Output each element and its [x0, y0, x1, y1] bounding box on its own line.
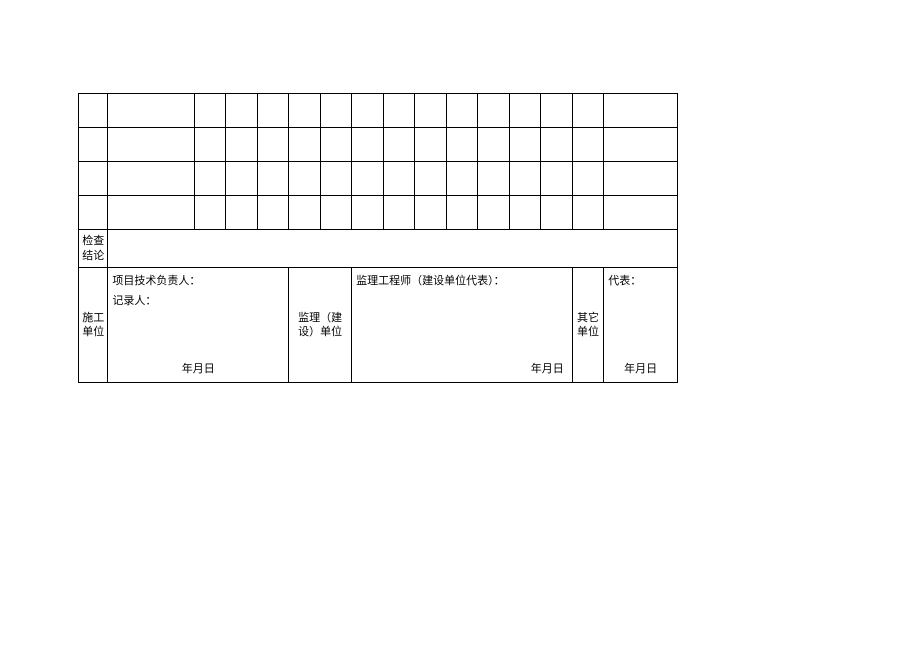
cell — [415, 162, 447, 196]
cell — [509, 128, 541, 162]
cell — [572, 94, 604, 128]
cell — [320, 196, 352, 230]
cell — [478, 162, 510, 196]
data-row-4 — [79, 196, 678, 230]
recorder-label: 记录人： — [112, 294, 284, 308]
cell — [415, 128, 447, 162]
cell — [478, 128, 510, 162]
cell — [446, 94, 478, 128]
cell — [108, 196, 194, 230]
form-table-container: 检查结论 施工单位 项目技术负责人： 记录人： 年月日 监理（建设）单位 监理工… — [78, 93, 678, 383]
cell — [289, 94, 321, 128]
cell — [478, 196, 510, 230]
cell — [446, 162, 478, 196]
cell — [604, 128, 678, 162]
cell — [320, 94, 352, 128]
signature-row: 施工单位 项目技术负责人： 记录人： 年月日 监理（建设）单位 监理工程师（建设… — [79, 268, 678, 383]
cell — [226, 196, 258, 230]
data-row-1 — [79, 94, 678, 128]
inspection-form-table: 检查结论 施工单位 项目技术负责人： 记录人： 年月日 监理（建设）单位 监理工… — [78, 93, 678, 383]
data-row-2 — [79, 128, 678, 162]
cell — [194, 162, 226, 196]
cell — [257, 196, 289, 230]
cell — [79, 196, 108, 230]
cell — [509, 94, 541, 128]
cell — [79, 128, 108, 162]
construction-date: 年月日 — [112, 362, 284, 376]
cell — [257, 128, 289, 162]
cell — [108, 94, 194, 128]
cell — [604, 162, 678, 196]
cell — [320, 128, 352, 162]
cell — [541, 128, 573, 162]
other-date: 年月日 — [608, 362, 673, 376]
construction-unit-sign-area: 项目技术负责人： 记录人： 年月日 — [108, 268, 289, 383]
cell — [541, 162, 573, 196]
cell — [604, 94, 678, 128]
representative-label: 代表： — [608, 274, 673, 288]
cell — [572, 128, 604, 162]
cell — [194, 196, 226, 230]
cell — [289, 128, 321, 162]
cell — [541, 94, 573, 128]
cell — [572, 162, 604, 196]
cell — [108, 162, 194, 196]
cell — [79, 162, 108, 196]
cell — [226, 128, 258, 162]
cell — [108, 128, 194, 162]
construction-unit-label: 施工单位 — [79, 268, 108, 383]
cell — [446, 128, 478, 162]
cell — [383, 128, 415, 162]
cell — [509, 162, 541, 196]
cell — [289, 162, 321, 196]
cell — [572, 196, 604, 230]
cell — [352, 196, 384, 230]
cell — [79, 94, 108, 128]
conclusion-label: 检查结论 — [79, 230, 108, 268]
cell — [541, 196, 573, 230]
cell — [352, 162, 384, 196]
cell — [509, 196, 541, 230]
supervision-date: 年月日 — [356, 362, 568, 376]
cell — [383, 162, 415, 196]
cell — [478, 94, 510, 128]
cell — [320, 162, 352, 196]
conclusion-row: 检查结论 — [79, 230, 678, 268]
project-tech-leader-label: 项目技术负责人： — [112, 274, 284, 288]
cell — [415, 196, 447, 230]
cell — [446, 196, 478, 230]
other-unit-label: 其它单位 — [572, 268, 604, 383]
cell — [383, 196, 415, 230]
cell — [194, 128, 226, 162]
conclusion-content — [108, 230, 678, 268]
cell — [194, 94, 226, 128]
cell — [226, 162, 258, 196]
cell — [352, 94, 384, 128]
supervision-unit-label: 监理（建设）单位 — [289, 268, 352, 383]
cell — [352, 128, 384, 162]
supervision-engineer-label: 监理工程师（建设单位代表）： — [356, 274, 568, 288]
cell — [257, 94, 289, 128]
supervision-unit-sign-area: 监理工程师（建设单位代表）： 年月日 — [352, 268, 573, 383]
cell — [226, 94, 258, 128]
cell — [383, 94, 415, 128]
cell — [289, 196, 321, 230]
cell — [415, 94, 447, 128]
data-row-3 — [79, 162, 678, 196]
cell — [604, 196, 678, 230]
other-unit-sign-area: 代表： 年月日 — [604, 268, 678, 383]
cell — [257, 162, 289, 196]
